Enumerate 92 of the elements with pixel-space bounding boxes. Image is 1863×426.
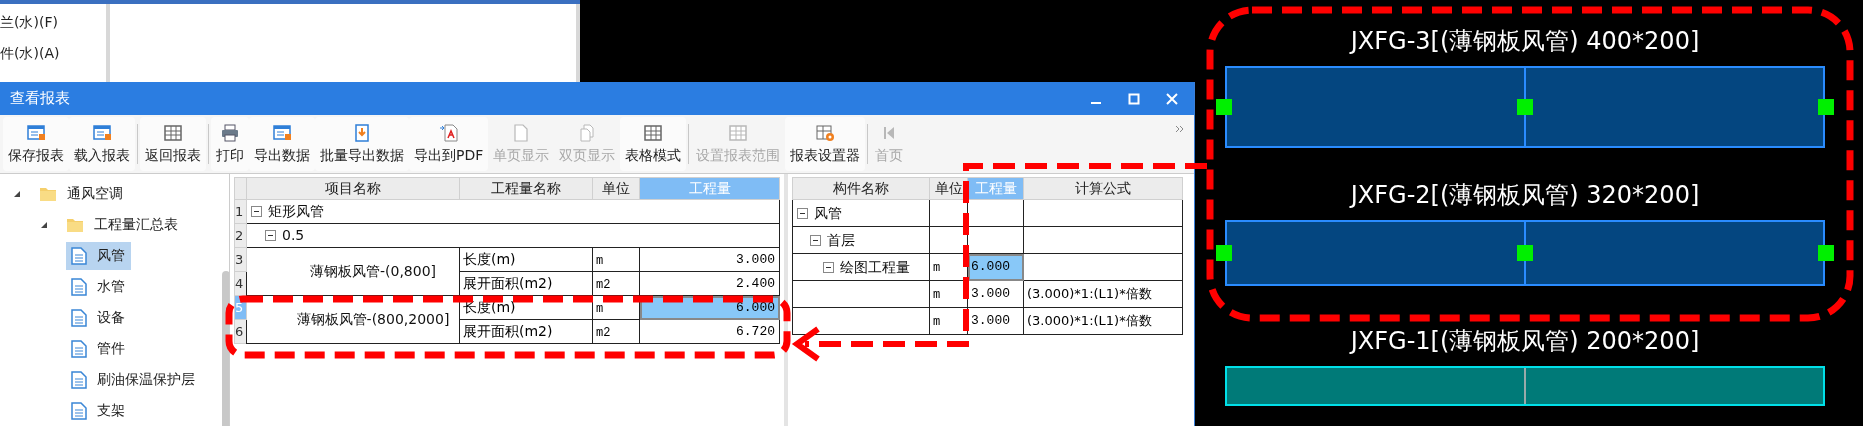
toolbar-button[interactable]: 载入报表 <box>69 117 135 171</box>
unit-cell: m <box>933 288 941 302</box>
settings-icon <box>815 122 836 143</box>
document-icon <box>92 122 112 143</box>
pdf-icon <box>438 122 459 143</box>
document-icon <box>272 122 292 143</box>
quantity-cell[interactable]: 2.400 <box>639 271 780 296</box>
item-name: 薄钢板风管-(0,800] <box>308 263 437 279</box>
component-name: 首层 <box>827 230 855 250</box>
tree-item[interactable]: 刷油保温保护层 <box>66 365 201 394</box>
column-header[interactable]: 项目名称 <box>246 177 460 200</box>
collapse-icon[interactable] <box>810 234 821 246</box>
folder-icon <box>39 185 57 202</box>
quantity-cell[interactable]: 6.720 <box>639 319 780 344</box>
group-label: 0.5 <box>282 226 305 245</box>
list-item[interactable]: 兰(水)(F) <box>0 12 106 33</box>
toolbar-button[interactable]: 批量导出数据 <box>315 117 409 171</box>
table-icon <box>728 122 749 143</box>
unit-cell: m2 <box>596 325 611 340</box>
tree-item[interactable]: 管件 <box>66 334 131 363</box>
tree-item[interactable]: 通风空调 <box>34 179 129 208</box>
toolbar-button[interactable]: 导出数据 <box>249 117 315 171</box>
scrollbar-thumb[interactable] <box>222 271 229 426</box>
quantity-name: 展开面积(m2) <box>463 275 553 291</box>
toolbar-button[interactable]: 表格模式 <box>620 117 687 171</box>
toolbar-button[interactable]: 保存报表 <box>3 117 69 171</box>
quantity-cell[interactable]: 3.000 <box>639 247 780 272</box>
grip-handle[interactable] <box>1517 99 1533 115</box>
maximize-icon[interactable] <box>1128 92 1140 105</box>
duct-label: JXFG-3[(薄钢板风管) 400*200] <box>1348 26 1701 56</box>
quantity-name: 长度(m) <box>463 299 516 315</box>
duct-label: JXFG-2[(薄钢板风管) 320*200] <box>1348 180 1701 210</box>
duct-shape[interactable] <box>1225 66 1825 148</box>
duct-label: JXFG-1[(薄钢板风管) 200*200] <box>1348 326 1701 356</box>
quantity-name: 展开面积(m2) <box>463 323 553 339</box>
collapse-icon[interactable] <box>797 207 808 219</box>
row-number: 2 <box>234 223 247 248</box>
unit-cell: m <box>933 315 941 329</box>
collapse-icon[interactable] <box>823 261 834 273</box>
row-number: 3 <box>234 247 247 272</box>
quantity-name: 长度(m) <box>463 251 516 267</box>
duct-shape[interactable] <box>1225 220 1825 286</box>
grip-handle[interactable] <box>1517 245 1533 261</box>
collapse-icon[interactable] <box>251 206 262 217</box>
list-item[interactable]: 件(水)(A) <box>0 43 106 64</box>
component-name: 风管 <box>814 203 842 223</box>
collapse-icon[interactable] <box>265 230 276 241</box>
tree-item[interactable]: 风管 <box>66 241 131 270</box>
table-icon <box>643 122 664 143</box>
printer-icon <box>220 122 240 143</box>
tree-item[interactable]: 水管 <box>66 272 131 301</box>
item-name: 薄钢板风管-(800,2000] <box>295 311 450 327</box>
document-icon <box>71 339 87 358</box>
document-icon <box>71 277 87 296</box>
row-number: 6 <box>234 319 247 344</box>
unit-cell: m2 <box>596 277 611 292</box>
grip-handle[interactable] <box>1216 245 1232 261</box>
column-header[interactable]: 计算公式 <box>1023 177 1183 200</box>
unit-cell: m <box>933 261 941 275</box>
download-icon <box>352 122 372 143</box>
component-name: 绘图工程量 <box>840 257 910 277</box>
formula-cell: (3.000)*1:(L1)*倍数 <box>1027 286 1152 302</box>
duct-shape[interactable] <box>1225 366 1825 406</box>
document-icon <box>71 401 87 420</box>
grip-handle[interactable] <box>1216 99 1232 115</box>
row-number: 1 <box>234 199 247 224</box>
document-icon <box>71 246 87 265</box>
toolbar-button[interactable]: 报表设置器 <box>785 117 866 171</box>
table-icon <box>163 122 183 143</box>
close-icon[interactable] <box>1166 92 1178 105</box>
group-label: 矩形风管 <box>268 202 324 221</box>
document-icon <box>71 308 87 327</box>
unit-cell: m <box>596 301 604 316</box>
tree-item[interactable]: 支架 <box>66 396 131 425</box>
folder-icon <box>66 216 84 233</box>
overflow-chevron-icon[interactable] <box>1175 125 1185 133</box>
document-icon <box>26 122 46 143</box>
unit-cell: m <box>596 253 604 268</box>
grip-handle[interactable] <box>1818 99 1834 115</box>
column-header[interactable]: 单位 <box>592 177 640 200</box>
toolbar-button[interactable]: 打印 <box>211 117 249 171</box>
tree-item[interactable]: 设备 <box>66 303 131 332</box>
row-number: 4 <box>234 271 247 296</box>
column-header[interactable]: 构件名称 <box>792 177 930 200</box>
tree-item[interactable]: 工程量汇总表 <box>61 210 184 239</box>
grip-handle[interactable] <box>1818 245 1834 261</box>
window-title: 查看报表 <box>10 88 71 110</box>
document-icon <box>71 370 87 389</box>
formula-cell: (3.000)*1:(L1)*倍数 <box>1027 313 1152 329</box>
toolbar-button[interactable]: 返回报表 <box>140 117 206 171</box>
column-header[interactable]: 工程量名称 <box>459 177 593 200</box>
toolbar-button[interactable]: 导出到PDF <box>409 117 489 171</box>
